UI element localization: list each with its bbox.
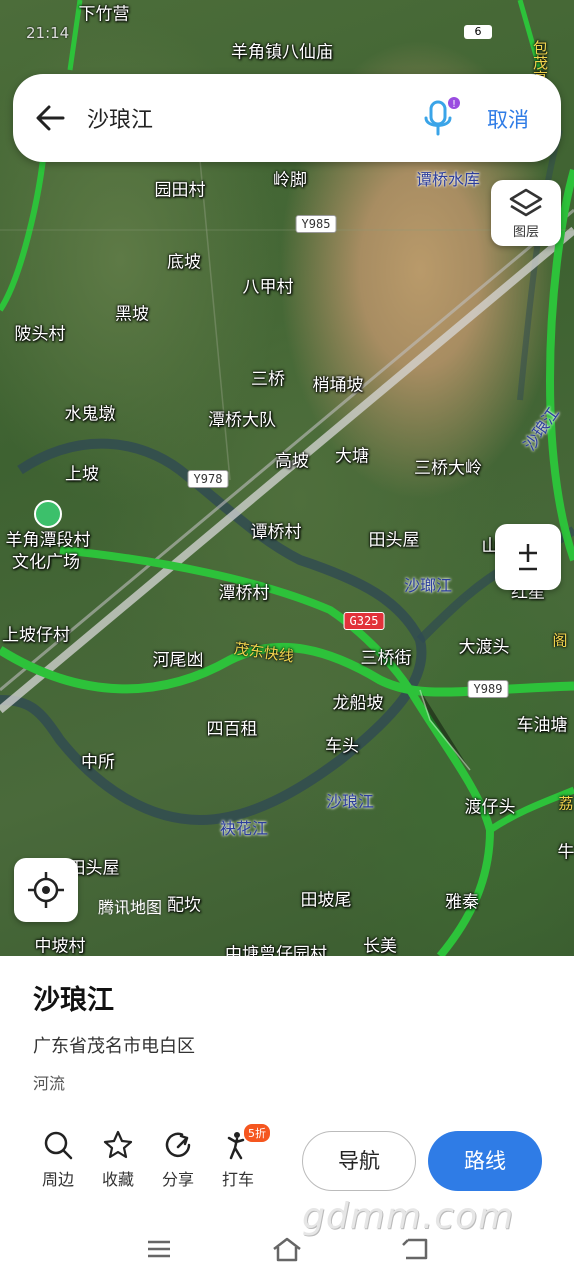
system-navigation-bar xyxy=(0,1222,574,1280)
map-label[interactable]: 长美 xyxy=(363,932,397,957)
share-icon xyxy=(165,1132,191,1158)
map-label[interactable]: 岭脚 xyxy=(273,166,307,191)
map-label[interactable]: 河尾凼 xyxy=(153,646,204,671)
taxi-label: 打车 xyxy=(221,1170,254,1189)
road-badge: Y989 xyxy=(467,680,509,698)
map-label[interactable]: 雅秦 xyxy=(445,888,479,913)
place-title: 沙琅江 xyxy=(33,985,114,1016)
map-label[interactable]: 牛 xyxy=(558,838,574,863)
map-label[interactable]: 陂头村 xyxy=(15,320,66,345)
road-badge: Y978 xyxy=(187,470,229,488)
map-label: 荔 xyxy=(558,794,574,813)
map-label[interactable]: 沙琅江 xyxy=(326,788,374,812)
map-label[interactable]: 底坡 xyxy=(167,248,201,273)
map-label[interactable]: 车头 xyxy=(325,732,359,757)
battery-indicator: 6 xyxy=(464,25,492,39)
locate-button[interactable] xyxy=(14,858,78,922)
cancel-button[interactable]: 取消 xyxy=(487,104,529,134)
menu-icon[interactable] xyxy=(146,1236,172,1262)
layers-label: 图层 xyxy=(512,225,539,240)
map-label[interactable]: 三桥街 xyxy=(361,644,412,669)
map-label[interactable]: 四百租 xyxy=(207,715,258,740)
map-label[interactable]: 龙船坡 xyxy=(333,689,384,714)
map-label[interactable]: 梢埇坡 xyxy=(313,371,364,396)
map-label[interactable]: 上坡 xyxy=(65,460,99,485)
home-icon[interactable] xyxy=(272,1236,302,1262)
map-label[interactable]: 中坡村 xyxy=(35,932,86,957)
layers-button[interactable]: 图层 xyxy=(491,180,561,246)
map-label[interactable]: 中所 xyxy=(81,748,115,773)
map-label: 阁 xyxy=(552,631,568,650)
favorite-button[interactable]: 收藏 xyxy=(88,1130,148,1190)
map-label[interactable]: 羊角镇八仙庙 xyxy=(231,38,333,63)
map-label[interactable]: 车油塘 xyxy=(517,711,568,736)
layers-icon xyxy=(509,188,543,217)
zoom-control[interactable] xyxy=(495,524,561,590)
map-label[interactable]: 渡仔头 xyxy=(465,793,516,818)
map-label[interactable]: 谭桥村 xyxy=(251,518,302,543)
map-label[interactable]: 大塘 xyxy=(335,442,369,467)
map-label[interactable]: 上坡仔村 xyxy=(2,621,70,646)
status-time: 21:14 xyxy=(26,24,70,42)
map-label[interactable]: 下竹营 xyxy=(79,0,130,25)
star-icon xyxy=(103,1130,133,1159)
map-label[interactable]: 大渡头 xyxy=(459,633,510,658)
road-badge: Y985 xyxy=(295,215,337,233)
map-label[interactable]: 水鬼墩 xyxy=(65,400,116,425)
zoom-icon xyxy=(519,544,537,571)
search-query[interactable]: 沙琅江 xyxy=(87,102,153,134)
share-button[interactable]: 分享 xyxy=(148,1130,208,1190)
map-label[interactable]: 园田村 xyxy=(155,176,206,201)
place-type: 河流 xyxy=(33,1074,66,1093)
crosshair-icon xyxy=(28,872,64,908)
back-arrow-icon[interactable] xyxy=(33,100,69,136)
search-bar: 沙琅江 ! 取消 xyxy=(13,74,561,162)
nearby-label: 周边 xyxy=(41,1170,74,1189)
map-label[interactable]: 高坡 xyxy=(275,447,309,472)
map-view[interactable]: 21:14 4G 6 下竹营 羊角镇八仙庙 包茂高 园田村 岭脚 谭桥水库 Y9… xyxy=(0,0,574,956)
search-icon xyxy=(44,1131,73,1160)
share-label: 分享 xyxy=(161,1170,194,1189)
map-label[interactable]: 袂花江 xyxy=(220,815,268,839)
map-label[interactable]: 田坡尾 xyxy=(301,886,352,911)
nearby-button[interactable]: 周边 xyxy=(28,1130,88,1190)
road-badge: G325 xyxy=(343,612,385,630)
navigate-button[interactable]: 导航 xyxy=(302,1131,416,1191)
map-label[interactable]: 潭桥大队 xyxy=(208,406,276,431)
map-label[interactable]: 三桥 xyxy=(251,365,285,390)
map-label[interactable]: 沙瑯江 xyxy=(404,572,452,596)
map-label[interactable]: 潭桥村 xyxy=(219,579,270,604)
discount-badge: 5折 xyxy=(244,1124,270,1142)
map-label[interactable]: 中塘曾仔园村 xyxy=(225,940,327,957)
favorite-label: 收藏 xyxy=(101,1170,134,1189)
map-label[interactable]: 黑坡 xyxy=(115,300,149,325)
map-label[interactable]: 配坎 xyxy=(167,891,201,916)
map-label[interactable]: 三桥大岭 xyxy=(414,454,482,479)
map-label[interactable]: 八甲村 xyxy=(243,273,294,298)
map-label[interactable]: 文化广场 xyxy=(12,548,80,573)
map-watermark: 腾讯地图 xyxy=(98,898,163,917)
map-label[interactable]: 谭桥水库 xyxy=(416,166,480,190)
back-icon[interactable] xyxy=(400,1236,430,1262)
route-button[interactable]: 路线 xyxy=(428,1131,542,1191)
map-label[interactable]: 田头屋 xyxy=(369,526,420,551)
microphone-icon[interactable]: ! xyxy=(421,96,461,140)
park-icon[interactable] xyxy=(34,500,62,528)
place-address: 广东省茂名市电白区 xyxy=(33,1036,195,1057)
svg-text:!: ! xyxy=(452,99,456,110)
